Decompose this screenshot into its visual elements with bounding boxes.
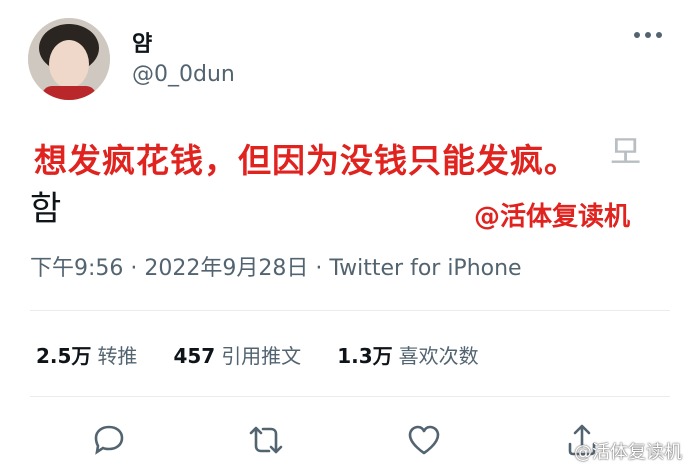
tweet-text-fragment: 함 [30,189,62,229]
divider [30,396,670,397]
retweets-stat[interactable]: 2.5万 转推 [36,340,137,369]
tweet-text-fragment: 모 [610,133,642,173]
stat-value: 457 [173,344,216,368]
stat-value: 1.3万 [337,344,393,368]
like-icon[interactable] [404,420,444,460]
stat-label: 引用推文 [221,344,302,368]
likes-stat[interactable]: 1.3万 喜欢次数 [337,340,478,369]
retweet-icon[interactable] [246,420,286,460]
quotes-stat[interactable]: 457 引用推文 [173,340,301,369]
tweet-meta: 下午9:56 · 2022年9月28日 · Twitter for iPhone [30,256,522,281]
display-name[interactable]: 얌 [132,26,152,58]
user-handle[interactable]: @0_0dun [132,62,235,87]
avatar[interactable] [28,18,110,100]
reply-icon[interactable] [88,420,128,460]
divider [30,310,670,311]
stat-label: 喜欢次数 [398,344,479,368]
watermark: @活体复读机 [574,442,682,463]
stat-value: 2.5万 [36,344,92,368]
avatar-photo-icon [28,18,110,100]
overlay-handle: @活体复读机 [474,202,631,232]
stat-label: 转推 [97,344,138,368]
overlay-caption: 想发疯花钱，但因为没钱只能发疯。 [34,141,578,180]
more-options-icon[interactable] [632,26,664,44]
stats-row: 2.5万 转推 457 引用推文 1.3万 喜欢次数 [36,340,479,369]
